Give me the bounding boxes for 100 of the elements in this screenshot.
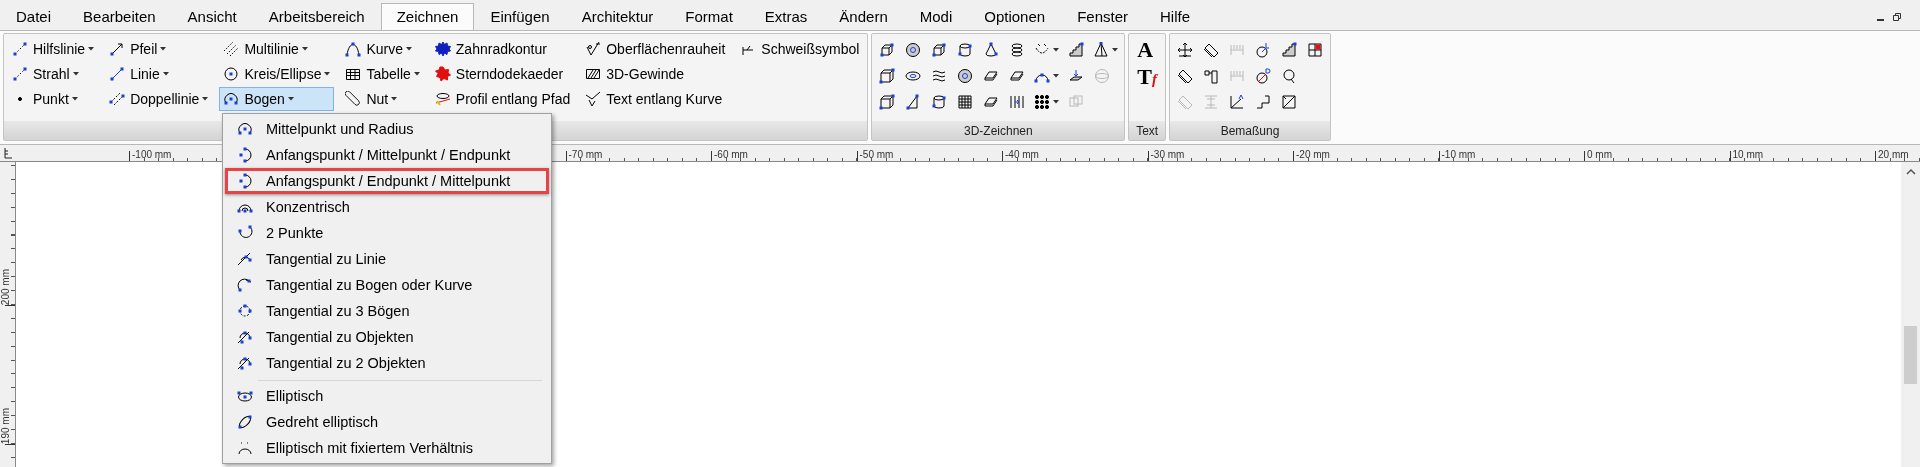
menu-tab[interactable]: Hilfe — [1144, 3, 1206, 30]
sheet-icon — [983, 94, 1000, 110]
scrollbar-thumb[interactable] — [1904, 326, 1917, 384]
menu-item[interactable]: Tangential zu Bogen oder Kurve — [225, 272, 549, 298]
ribbon-tool-button[interactable]: Doppellinie — [105, 87, 213, 111]
menu-tab[interactable]: Fenster — [1061, 3, 1144, 30]
menu-tab[interactable]: Optionen — [968, 3, 1062, 30]
ruler-label: -70 mm — [568, 150, 603, 160]
disk-icon — [957, 68, 974, 84]
star-icon — [434, 66, 451, 82]
multiline-icon — [223, 41, 240, 57]
tangent-objects-icon — [237, 355, 253, 371]
caret-icon — [406, 47, 412, 51]
caret-icon — [202, 97, 209, 101]
ribbon-tool-button[interactable]: Pfeil — [105, 37, 213, 61]
sheet-icon — [983, 68, 1000, 84]
ribbon-tool-button[interactable]: Bogen — [219, 87, 335, 111]
ribbon-tool-button[interactable]: Tabelle — [341, 62, 424, 86]
caret-icon — [1053, 74, 1060, 78]
ribbon-tool-button[interactable]: Linie — [105, 62, 213, 86]
menu-tab[interactable]: Format — [669, 3, 749, 30]
horizontal-dimension-icon — [1229, 68, 1245, 84]
ribbon-tool-button[interactable]: Nut — [341, 87, 424, 111]
step-icon — [1255, 94, 1271, 110]
ribbon-tool-button[interactable]: Punkt — [8, 87, 99, 111]
torus-icon — [905, 68, 922, 84]
menu-tab[interactable]: Bearbeiten — [67, 3, 172, 30]
group-label: Bemaßung — [1220, 123, 1280, 138]
menu-tab[interactable]: Architektur — [565, 3, 670, 30]
group-label: 3D-Zeichnen — [963, 123, 1033, 138]
caret-icon — [71, 97, 78, 101]
menu-tab[interactable]: Modi — [903, 3, 969, 30]
menu-item[interactable]: Tangential zu 3 Bögen — [225, 298, 549, 324]
menu-item[interactable]: Tangential zu 2 Objekten — [225, 350, 549, 376]
arc-icon — [223, 91, 240, 107]
ribbon-tool-button[interactable]: Kurve — [341, 37, 424, 61]
ribbon-tool-button[interactable]: Kreis/Ellipse — [219, 62, 335, 86]
cube-icon — [879, 42, 896, 58]
menu-item[interactable]: Mittelpunkt und Radius — [225, 116, 549, 142]
menu-item[interactable]: Konzentrisch — [225, 194, 549, 220]
menu-item[interactable]: 2 Punkte — [225, 220, 549, 246]
caret-icon — [1053, 48, 1060, 52]
menu-item[interactable]: Anfangspunkt / Mittelpunkt / Endpunkt — [225, 142, 549, 168]
dotted-line-icon — [12, 41, 28, 57]
menu-item[interactable]: Gedreht elliptisch — [225, 409, 549, 435]
bracket-icon — [1203, 68, 1219, 84]
menu-tab[interactable]: Arbeitsbereich — [252, 3, 381, 30]
ruler-label: 10 mm — [1732, 150, 1764, 160]
menu-item[interactable]: Tangential zu Objekten — [225, 324, 549, 350]
stairs-icon — [1281, 42, 1297, 58]
menu-item[interactable]: Elliptisch mit fixiertem Verhältnis — [225, 435, 549, 461]
split-icon — [1009, 94, 1026, 110]
ribbon-tool-button[interactable]: Hilfslinie — [8, 37, 99, 61]
ribbon-tool-button[interactable]: Sterndodekaeder — [430, 62, 575, 86]
waves-icon — [931, 68, 948, 84]
ruler-label: 20 mm — [1878, 150, 1909, 160]
ribbon-tool-button[interactable]: Multilinie — [219, 37, 335, 61]
diagonal-dimension-icon — [1177, 68, 1193, 84]
sphere-icon — [1094, 68, 1111, 84]
extrude-icon — [1068, 68, 1085, 84]
arc-icon — [237, 121, 253, 137]
pyramid-icon — [1093, 42, 1110, 58]
menu-item[interactable]: Tangential zu Linie — [225, 246, 549, 272]
menu-tab[interactable]: Extras — [748, 3, 824, 30]
diagonal-dimension-icon — [1203, 42, 1219, 58]
tangent-circles-icon — [237, 303, 253, 319]
menu-tab[interactable]: Einfügen — [474, 3, 566, 30]
ribbon-tool-button[interactable]: Text entlang Kurve — [581, 87, 730, 111]
ribbon-tool-button[interactable]: Strahl — [8, 62, 99, 86]
two-point-arc-icon — [237, 225, 253, 241]
text-curve-icon — [585, 91, 602, 107]
ruler-label: -40 mm — [1005, 150, 1039, 160]
caret-icon — [160, 47, 167, 51]
ribbon-tool-button[interactable]: Profil entlang Pfad — [430, 87, 575, 111]
ribbon-tool-button[interactable]: Zahnradkontur — [430, 37, 575, 61]
caret-icon — [88, 47, 95, 51]
thread-icon — [585, 66, 602, 82]
restore-icon[interactable] — [1892, 12, 1902, 22]
ruler-label: -50 mm — [859, 150, 894, 160]
ruler-label: 200 mm — [1, 268, 11, 305]
menu-tab[interactable]: Ansicht — [171, 3, 253, 30]
caret-icon — [287, 97, 294, 101]
ruler-label: 0 mm — [1587, 150, 1612, 160]
cube-icon — [931, 42, 948, 58]
grid-icon — [957, 94, 974, 110]
box-icon — [879, 94, 896, 110]
text-tool-button[interactable]: A — [1133, 37, 1161, 63]
menu-tab[interactable]: Zeichnen — [380, 3, 475, 30]
menu-tab[interactable]: Ändern — [823, 3, 904, 30]
table-icon — [345, 66, 362, 82]
vertical-dimension-icon — [1203, 94, 1219, 110]
ribbon-tool-button[interactable]: Schweißsymbol — [736, 37, 864, 61]
menu-item[interactable]: Anfangspunkt / Endpunkt / Mittelpunkt — [225, 168, 549, 194]
text-tool-button[interactable]: Tf — [1133, 64, 1161, 92]
sheet-icon — [1009, 68, 1026, 84]
ribbon-tool-button[interactable]: 3D-Gewinde — [581, 62, 730, 86]
disk-icon — [905, 42, 922, 58]
ruler-corner-icon[interactable] — [3, 147, 13, 159]
menu-tab[interactable]: Datei — [0, 3, 68, 30]
ribbon-tool-button[interactable]: Oberflächenrauheit — [581, 37, 730, 61]
